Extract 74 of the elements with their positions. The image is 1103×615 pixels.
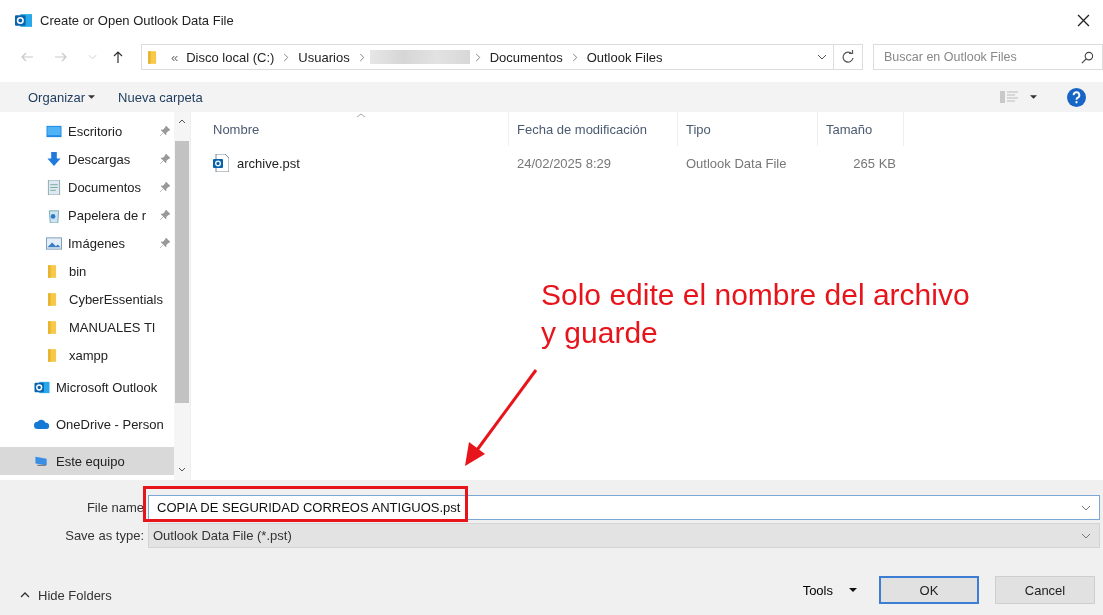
folder-icon	[48, 263, 57, 279]
sidebar-item[interactable]: Imágenes	[0, 229, 174, 257]
caret-icon	[20, 592, 30, 598]
column-header[interactable]: Nombre	[205, 112, 509, 146]
scroll-up-icon[interactable]	[178, 119, 186, 124]
table-cell-text: 265 KB	[852, 155, 897, 171]
organize-menu[interactable]: Organizar	[21, 89, 93, 105]
sidebar-item[interactable]: Microsoft Outlook	[0, 369, 174, 406]
outlook-icon	[15, 11, 32, 29]
tools-menu[interactable]: Tools	[802, 582, 857, 598]
dropdown-caret-icon[interactable]	[1081, 504, 1091, 511]
sidebar-item[interactable]: MANUALES TI	[0, 313, 174, 341]
overflow-chevrons[interactable]: «	[167, 49, 183, 65]
file-name-field[interactable]: COPIA DE SEGURIDAD CORREOS ANTIGUOS.pst	[148, 495, 1100, 520]
file-name[interactable]: archive.pst	[237, 155, 300, 171]
search-field[interactable]: Buscar en Outlook Files	[873, 44, 1103, 70]
address-bar[interactable]: « Disco local (C:) Usuarios Documentos Outlook Files	[141, 44, 863, 70]
search-icon	[1081, 50, 1094, 64]
breadcrumb-item[interactable]: Outlook Files	[582, 49, 667, 65]
sidebar-item[interactable]: OneDrive - Person	[0, 406, 174, 443]
chevron-icon	[358, 52, 365, 62]
close-icon[interactable]	[1077, 13, 1090, 27]
folder-icon	[48, 319, 57, 335]
column-header[interactable]: Tamaño	[818, 112, 904, 146]
outlook-icon	[34, 380, 50, 395]
chevron-icon	[571, 52, 578, 62]
help-icon[interactable]	[1067, 87, 1086, 107]
sidebar-item[interactable]: xampp	[0, 341, 174, 369]
field-label: Save as type:	[64, 528, 145, 543]
sort-caret-icon	[356, 113, 366, 118]
refresh-icon[interactable]	[841, 50, 855, 64]
save-type-dropdown[interactable]: Outlook Data File (*.pst)	[148, 523, 1100, 548]
desktop-icon	[46, 123, 62, 139]
image-icon	[46, 235, 62, 251]
breadcrumb-item[interactable]: Disco local (C:)	[182, 49, 279, 65]
chevron-icon	[283, 52, 290, 62]
field-label: File name	[85, 500, 145, 515]
annotation-text: Solo edite el nombre del archivo y guarde	[541, 277, 971, 351]
up-arrow-icon[interactable]	[111, 50, 125, 64]
sidebar-item[interactable]: bin	[0, 257, 174, 285]
sidebar-item[interactable]: Escritorio	[0, 117, 174, 145]
caret-icon	[849, 588, 857, 592]
scrollbar-thumb[interactable]	[175, 141, 189, 403]
breadcrumb-item[interactable]: Usuarios	[294, 49, 354, 65]
recycle-bin-icon	[46, 207, 62, 223]
caret-icon[interactable]	[1030, 95, 1037, 99]
folder-icon	[48, 291, 57, 307]
scrollbar[interactable]	[174, 112, 190, 480]
window-title: Create or Open Outlook Data File	[40, 12, 234, 28]
caret-icon	[88, 95, 96, 99]
table-cell-text: 24/02/2025 8:29	[516, 155, 612, 171]
column-header[interactable]: Tipo	[678, 112, 818, 146]
hide-folders-button[interactable]: Hide Folders	[20, 587, 112, 603]
breadcrumb-item[interactable]: Documentos	[485, 49, 567, 65]
cancel-button[interactable]: Cancel	[995, 576, 1095, 604]
dropdown-caret-icon[interactable]	[817, 54, 827, 60]
sidebar-item[interactable]: Papelera de r	[0, 201, 174, 229]
new-folder-button[interactable]: Nueva carpeta	[111, 89, 210, 105]
folder-icon	[48, 347, 57, 363]
sidebar-item[interactable]: Documentos	[0, 173, 174, 201]
document-icon	[46, 179, 62, 195]
sidebar-item[interactable]: Descargas	[0, 145, 174, 173]
sidebar-item[interactable]: CyberEssentials	[0, 285, 174, 313]
table-cell-text: Outlook Data File	[685, 155, 788, 171]
ok-button[interactable]: OK	[879, 576, 979, 604]
scroll-down-icon[interactable]	[178, 467, 186, 472]
sidebar-item[interactable]: Este equipo	[0, 447, 174, 475]
cloud-icon	[34, 417, 50, 432]
download-arrow-icon	[46, 151, 62, 167]
column-header[interactable]: Fecha de modificación	[509, 112, 678, 146]
folder-icon	[148, 49, 157, 65]
chevron-icon	[474, 52, 481, 62]
dropdown-caret-icon	[1081, 532, 1091, 539]
outlook-file-icon	[213, 154, 229, 172]
